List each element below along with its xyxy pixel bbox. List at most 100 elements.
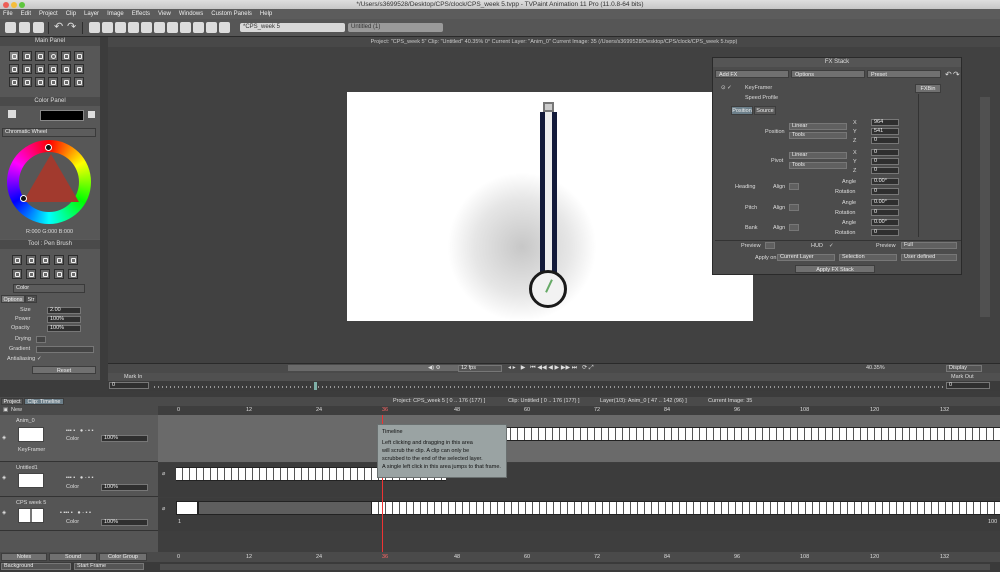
mark-out-field[interactable]: 0 <box>946 382 990 389</box>
freehand-tool-icon[interactable] <box>61 51 71 61</box>
position-y-field[interactable]: 541 <box>871 128 899 135</box>
apply-fx-stack-button[interactable]: Apply FX Stack <box>795 265 875 273</box>
tab-project[interactable]: Project <box>1 398 23 405</box>
brush-preset-7-icon[interactable] <box>26 269 36 279</box>
transform-tool-icon[interactable] <box>22 64 32 74</box>
timeline-hscrollbar[interactable] <box>160 564 990 570</box>
text-tool-icon[interactable] <box>9 77 19 87</box>
menu-help[interactable]: Help <box>260 11 272 17</box>
heading-angle-field[interactable]: 0.00° <box>871 178 899 185</box>
move-tool-icon[interactable] <box>74 64 84 74</box>
mini-timeline[interactable]: 0 0 <box>108 381 1000 391</box>
menu-file[interactable]: File <box>3 11 13 17</box>
layer-toggles[interactable]: ▪ ▪▪▪ ▪ ● - ▪ ▪ <box>60 510 91 516</box>
warp-tool-icon[interactable] <box>61 64 71 74</box>
fx-preset-button[interactable]: Preset <box>867 70 941 78</box>
menu-layer[interactable]: Layer <box>84 11 99 17</box>
pipette-right-icon[interactable] <box>88 111 95 118</box>
display-select[interactable]: Display <box>946 365 982 372</box>
redo-icon[interactable]: ↷ <box>67 22 78 33</box>
new-file-icon[interactable] <box>5 22 16 33</box>
smudge-tool-icon[interactable] <box>48 77 58 87</box>
tab-tool-stroke[interactable]: Str <box>25 295 37 303</box>
save-file-icon[interactable] <box>33 22 44 33</box>
menu-view[interactable]: View <box>158 11 171 17</box>
close-window-icon[interactable] <box>3 2 9 8</box>
bank-angle-field[interactable]: 0.00° <box>871 219 899 226</box>
heading-rotation-field[interactable]: 0 <box>871 188 899 195</box>
anim0-frames[interactable] <box>504 427 1000 441</box>
layer-name[interactable]: Anim_0 <box>16 418 35 424</box>
mark-in-field[interactable]: 0 <box>109 382 149 389</box>
menu-project[interactable]: Project <box>39 11 58 17</box>
layer-toggles[interactable]: ▪▪▪ ▪ ● - ▪ ▪ <box>66 475 94 481</box>
tab-position[interactable]: Position <box>731 106 753 115</box>
line-tool-icon[interactable] <box>22 51 32 61</box>
pipette-icon[interactable] <box>8 110 16 118</box>
shade-handle[interactable] <box>20 195 27 202</box>
pivot-tools-select[interactable]: Tools <box>789 162 847 169</box>
heading-align-toggle[interactable] <box>789 183 799 190</box>
size-field[interactable]: 2.00 <box>47 307 81 314</box>
viewport-scrollbar[interactable] <box>980 97 990 317</box>
layer-toggles[interactable]: ▪▪▪ ▪ ● - ▪ ▪ <box>66 428 94 434</box>
layer-visibility-icon[interactable]: ◈ <box>2 435 6 441</box>
hue-handle[interactable] <box>45 144 52 151</box>
antialiasing-check[interactable]: ✓ <box>37 356 42 362</box>
add-fx-button[interactable]: Add FX <box>715 70 789 78</box>
pivot-interp-select[interactable]: Linear <box>789 152 847 159</box>
color-group-button[interactable]: Color Group <box>99 553 147 561</box>
bank-rotation-field[interactable]: 0 <box>871 229 899 236</box>
pitch-rotation-field[interactable]: 0 <box>871 209 899 216</box>
safe-area-icon[interactable] <box>193 22 204 33</box>
reset-button[interactable]: Reset <box>32 366 96 374</box>
layer-row-untitled1[interactable]: ◈ Untitled1 ▪▪▪ ▪ ● - ▪ ▪ Color 100% <box>0 463 158 497</box>
rotate-view-icon[interactable] <box>219 22 230 33</box>
tab-untitled[interactable]: Untitled (1) <box>348 23 443 32</box>
pitch-align-toggle[interactable] <box>789 204 799 211</box>
fx-redo-icon[interactable]: ↷ <box>953 70 960 79</box>
minimize-window-icon[interactable] <box>11 2 17 8</box>
menu-custom-panels[interactable]: Custom Panels <box>211 11 252 17</box>
track-anim0[interactable] <box>158 415 1000 462</box>
position-tools-select[interactable]: Tools <box>789 132 847 139</box>
crop-tool-icon[interactable] <box>9 64 19 74</box>
magic-wand-tool-icon[interactable] <box>35 64 45 74</box>
color-triangle[interactable] <box>23 154 79 202</box>
eraser-preset-icon[interactable] <box>68 269 78 279</box>
apply-current-layer-select[interactable]: Current Layer <box>777 254 835 261</box>
preview-toggle[interactable] <box>765 242 775 249</box>
color-mode-select[interactable]: Chromatic Wheel <box>2 128 96 137</box>
layer-name[interactable]: CPS week 5 <box>16 500 46 506</box>
tool-mode-select[interactable]: Color <box>13 284 85 293</box>
tab-tool-options[interactable]: Options <box>1 295 25 303</box>
zoom-tool-icon[interactable] <box>48 64 58 74</box>
zoom-fit-icon[interactable] <box>102 22 113 33</box>
start-frame-select[interactable]: Start Frame <box>74 563 144 570</box>
brush-preset-8-icon[interactable] <box>40 269 50 279</box>
link-icon[interactable]: ⌀ <box>162 506 165 512</box>
playback-controls[interactable]: ◂ ▸ ▶ ⏮ ◀◀ ◀ ▶ ▶▶ ⏭ ⟳ ⤢ <box>508 364 594 372</box>
blur-tool-icon[interactable] <box>22 77 32 87</box>
layer-visibility-icon[interactable]: ◈ <box>2 510 6 516</box>
fx-undo-icon[interactable]: ↶ <box>945 70 952 79</box>
mirror-icon[interactable] <box>206 22 217 33</box>
layer-name[interactable]: Untitled1 <box>16 465 38 471</box>
stamp-tool-icon[interactable] <box>61 77 71 87</box>
menu-image[interactable]: Image <box>107 11 124 17</box>
track-untitled1[interactable]: ⌀ <box>158 463 1000 497</box>
tab-source[interactable]: Source <box>754 106 776 115</box>
selection-tool-icon[interactable] <box>9 51 19 61</box>
horizontal-scrollbar[interactable] <box>288 365 468 371</box>
preview-quality-select[interactable]: Full <box>901 242 957 249</box>
zoom-readout[interactable]: 40.35% <box>866 365 885 371</box>
apply-selection-select[interactable]: Selection <box>839 254 897 261</box>
apply-user-defined-select[interactable]: User defined <box>901 254 957 261</box>
menu-windows[interactable]: Windows <box>179 11 203 17</box>
drying-toggle[interactable] <box>36 336 46 343</box>
layer-opacity[interactable]: 100% <box>101 435 148 442</box>
zoom-window-icon[interactable] <box>19 2 25 8</box>
open-file-icon[interactable] <box>19 22 30 33</box>
color-wheel[interactable] <box>7 140 91 224</box>
brush-preset-1-icon[interactable] <box>12 255 22 265</box>
